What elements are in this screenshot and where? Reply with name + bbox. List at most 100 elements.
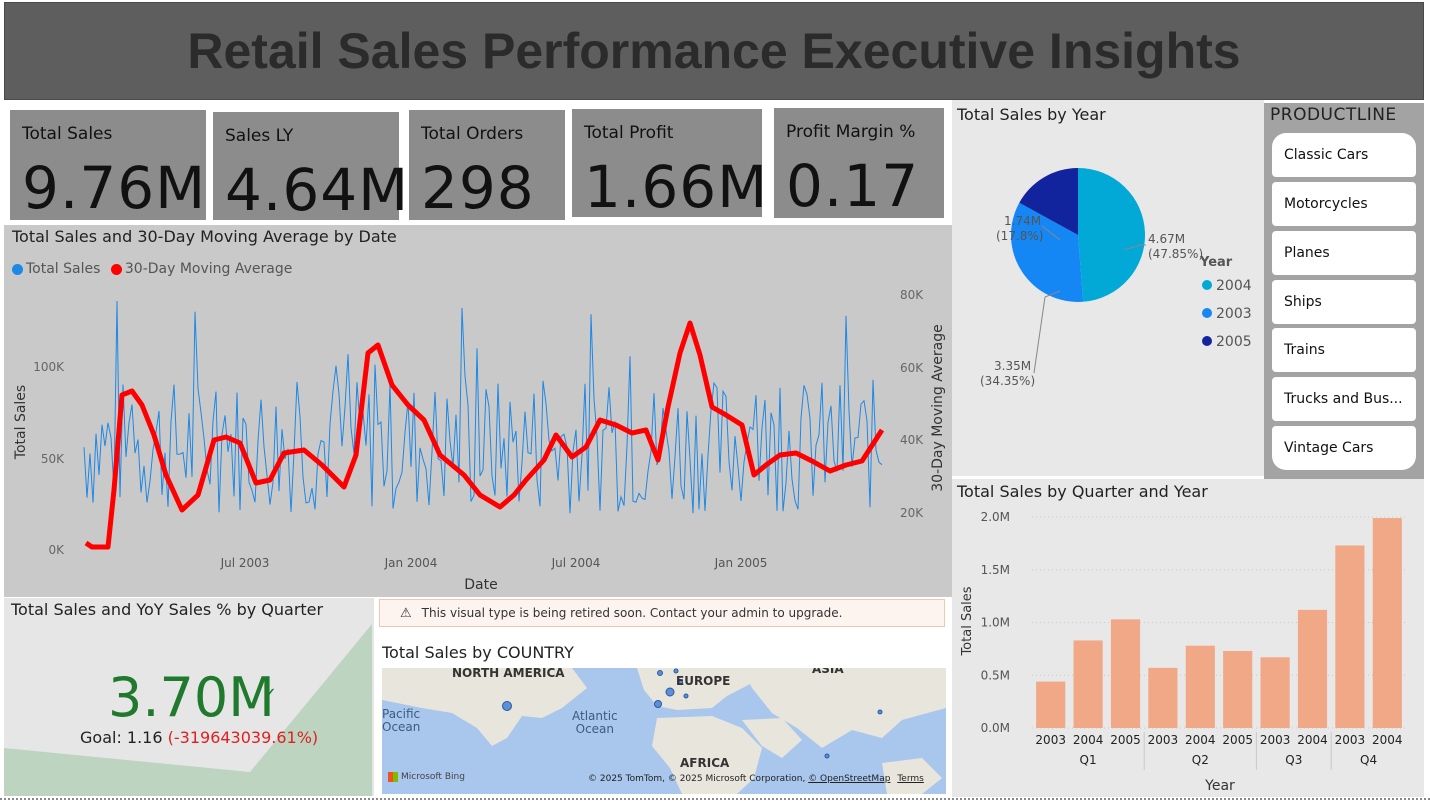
- kpi-card-total-orders[interactable]: Total Orders 298: [409, 110, 565, 222]
- goal-label: Goal: 1.16: [80, 728, 163, 747]
- terms-link[interactable]: Terms: [897, 774, 924, 784]
- bing-logo: Microsoft Bing: [388, 772, 465, 782]
- pie-legend-title: Year: [1199, 255, 1233, 270]
- kpi-card-sales-ly[interactable]: Sales LY 4.64M: [213, 112, 408, 224]
- yoy-kpi-panel[interactable]: Total Sales and YoY Sales % by Quarter 3…: [4, 598, 374, 796]
- bar-2005: [1110, 619, 1141, 728]
- slicer-item-trains[interactable]: Trains: [1272, 328, 1416, 372]
- goal-delta: (-319643039.61%): [167, 728, 319, 747]
- y-axis-title-right: 30-Day Moving Average: [930, 324, 946, 491]
- kpi-card-profit-margin[interactable]: Profit Margin % 0.17: [774, 108, 944, 220]
- right-tick-80k: 80K: [900, 288, 924, 302]
- map-title: Total Sales by COUNTRY: [382, 643, 574, 662]
- pie-chart-panel[interactable]: Total Sales by Year 4.67M (47.85%) 3.35M…: [952, 100, 1264, 476]
- pie-legend-dot-2005: [1202, 336, 1212, 346]
- kpi-value: 298: [421, 154, 535, 222]
- bar-y-tick: 0.5M: [981, 668, 1010, 682]
- pie-chart-svg: 4.67M (47.85%) 3.35M (34.35%) 1.74M (17.…: [980, 168, 1252, 388]
- kpi-card-total-profit[interactable]: Total Profit 1.66M: [572, 109, 767, 221]
- kpi-label: Total Sales: [22, 124, 113, 144]
- trend-chart-svg: 100K 50K 0K 80K 60K 40K 20K Jul 2003 Jan…: [13, 288, 946, 593]
- x-tick-jul-2003: Jul 2003: [220, 556, 270, 570]
- trend-chart-panel[interactable]: Total Sales and 30-Day Moving Average by…: [4, 225, 952, 597]
- left-tick-50k: 50K: [41, 452, 65, 466]
- map-label-atlantic-ocean-word: Ocean: [575, 722, 615, 736]
- map-attribution: © 2025 TomTom, © 2025 Microsoft Corporat…: [588, 774, 924, 784]
- bar-chart-panel[interactable]: Total Sales by Quarter and Year Total Sa…: [952, 479, 1424, 797]
- bar-x-tick: 2005: [1110, 733, 1141, 747]
- kpi-value: 0.17: [786, 152, 920, 220]
- bar-2003: [1335, 545, 1365, 728]
- bar-2004: [1372, 518, 1402, 728]
- dashboard: Retail Sales Performance Executive Insig…: [0, 0, 1430, 806]
- left-tick-100k: 100K: [33, 360, 65, 374]
- bar-group-label-Q1: Q1: [1080, 753, 1097, 767]
- slicer-item-trucks-and-buses[interactable]: Trucks and Bus...: [1272, 377, 1416, 421]
- bar-2003: [1036, 681, 1066, 728]
- bar-x-tick: 2004: [1073, 733, 1104, 747]
- slicer-item-ships[interactable]: Ships: [1272, 280, 1416, 324]
- bar-chart-svg: Total Sales Year 0.0M 0.5M 1.0M 1.5M 2.0M 200…: [960, 510, 1406, 794]
- pie-label-2004-pct: (47.85%): [1148, 247, 1203, 261]
- left-tick-0k: 0K: [48, 543, 65, 557]
- y-axis-title-left: Total Sales: [13, 385, 29, 460]
- osm-link[interactable]: © OpenStreetMap: [808, 774, 890, 784]
- bar-x-tick: 2004: [1185, 733, 1216, 747]
- right-tick-60k: 60K: [900, 361, 924, 375]
- bar-2004: [1073, 640, 1103, 728]
- slicer-item-vintage-cars[interactable]: Vintage Cars: [1272, 426, 1416, 470]
- map-bubble-singapore: [824, 753, 830, 759]
- warning-icon: ⚠: [400, 605, 412, 621]
- map-label-africa: AFRICA: [680, 756, 730, 770]
- bar-2005: [1223, 650, 1253, 728]
- kpi-card-total-sales[interactable]: Total Sales 9.76M: [10, 110, 207, 222]
- map-bubble-france: [665, 687, 675, 697]
- slicer-item-motorcycles[interactable]: Motorcycles: [1272, 182, 1416, 226]
- bar-group-label-Q2: Q2: [1192, 753, 1209, 767]
- map-copyright: © 2025 TomTom, © 2025 Microsoft Corporat…: [588, 774, 806, 784]
- map-panel[interactable]: ⚠ This visual type is being retired soon…: [376, 598, 952, 796]
- bar-x-tick: 2003: [1035, 733, 1066, 747]
- map-canvas[interactable]: NORTH AMERICA EUROPE ASIA AFRICA Pacific…: [382, 668, 946, 794]
- bar-y-axis-title: Total Sales: [960, 586, 975, 656]
- bar-group-label-Q4: Q4: [1360, 753, 1377, 767]
- bar-x-axis-title: Year: [1204, 778, 1235, 794]
- slicer-item-planes[interactable]: Planes: [1272, 231, 1416, 275]
- map-bubble-spain: [654, 700, 662, 708]
- pie-label-2003-value: 3.35M: [994, 359, 1031, 373]
- kpi-value: 4.64M: [225, 156, 410, 224]
- map-label-atlantic-ocean: Atlantic Ocean: [572, 710, 618, 736]
- kpi-label: Total Profit: [584, 123, 674, 143]
- map-bubble-usa: [502, 701, 512, 711]
- yoy-kpi-goal: Goal: 1.16 (-319643039.61%): [80, 728, 318, 747]
- map-label-pacific-ocean: Pacific Ocean: [382, 708, 420, 734]
- bar-2004: [1185, 645, 1215, 728]
- bar-2004: [1297, 609, 1328, 728]
- pie-label-2004-value: 4.67M: [1148, 232, 1185, 246]
- pie-label-2005-pct: (17.8%): [996, 229, 1043, 243]
- slicer-title: PRODUCTLINE: [1270, 105, 1397, 125]
- pie-legend-2003: 2003: [1216, 306, 1252, 322]
- slicer-item-classic-cars[interactable]: Classic Cars: [1272, 133, 1416, 177]
- warning-text: This visual type is being retired soon. …: [421, 606, 843, 620]
- map-label-north-america: NORTH AMERICA: [452, 668, 565, 680]
- map-label-europe: EUROPE: [676, 674, 731, 688]
- pie-legend-2004: 2004: [1216, 278, 1252, 294]
- check-icon: ✓: [262, 684, 278, 705]
- map-bubble-norway: [657, 670, 663, 676]
- pie-legend-2005: 2005: [1216, 334, 1252, 350]
- bar-y-tick: 1.0M: [981, 616, 1010, 630]
- retirement-warning-banner: ⚠ This visual type is being retired soon…: [379, 599, 945, 627]
- pie-slice-2004: [1078, 168, 1146, 302]
- map-label-pacific-ocean-word: Ocean: [382, 720, 421, 734]
- x-tick-jan-2004: Jan 2004: [384, 556, 438, 570]
- bar-y-tick: 1.5M: [981, 563, 1010, 577]
- kpi-value: 9.76M: [22, 154, 207, 222]
- bar-x-tick: 2003: [1260, 733, 1291, 747]
- bar-x-tick: 2003: [1335, 733, 1366, 747]
- bar-x-tick: 2003: [1148, 733, 1179, 747]
- kpi-label: Profit Margin %: [786, 122, 916, 142]
- yoy-kpi-value: 3.70M: [108, 666, 275, 729]
- right-tick-20k: 20K: [900, 506, 924, 520]
- dashboard-title: Retail Sales Performance Executive Insig…: [187, 23, 1241, 79]
